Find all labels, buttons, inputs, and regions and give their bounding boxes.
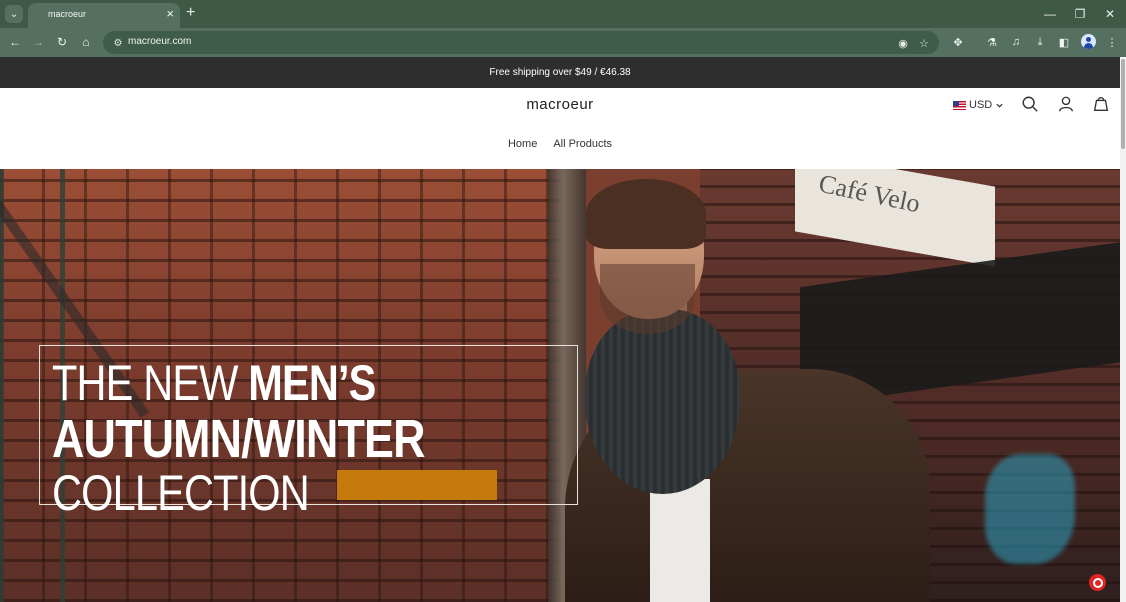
main-nav: Home All Products bbox=[0, 138, 1120, 150]
hero-headline-line3: COLLECTION bbox=[52, 465, 310, 521]
model-scarf bbox=[585, 309, 740, 494]
chevron-down-icon[interactable]: ⌄ bbox=[5, 5, 23, 23]
support-widget-icon[interactable] bbox=[1089, 574, 1106, 591]
eye-off-icon[interactable]: ◉ bbox=[895, 35, 911, 51]
reload-icon[interactable]: ↻ bbox=[53, 33, 71, 51]
hero-headline-line1: THE NEW MEN’S bbox=[52, 354, 376, 412]
nav-all-products[interactable]: All Products bbox=[553, 138, 612, 150]
nav-home[interactable]: Home bbox=[508, 138, 537, 150]
announcement-bar: Free shipping over $49 / €46.38 bbox=[0, 57, 1120, 88]
model-beard bbox=[600, 264, 695, 334]
currency-selector[interactable]: USD bbox=[953, 98, 1004, 112]
browser-toolbar: ← → ↻ ⌂ ⚙ macroeur.com ◉ ☆ ✥ ⚗ ♫ ⤓ ◧ ⋮ bbox=[0, 28, 1126, 57]
hero-headline-light: THE NEW bbox=[52, 355, 249, 411]
model-shirt bbox=[650, 479, 710, 602]
tab-title: macroeur bbox=[48, 9, 87, 19]
close-icon[interactable]: ✕ bbox=[1101, 5, 1119, 23]
close-icon[interactable]: × bbox=[166, 6, 174, 22]
arrow-right-icon[interactable]: → bbox=[29, 33, 47, 51]
page-scrollbar[interactable] bbox=[1120, 57, 1126, 602]
avatar-icon[interactable] bbox=[1081, 34, 1096, 49]
tune-icon[interactable]: ⚙ bbox=[111, 36, 125, 50]
site-logo[interactable]: macroeur bbox=[0, 96, 1120, 113]
plus-icon[interactable]: + bbox=[186, 4, 195, 22]
side-panel-icon[interactable]: ◧ bbox=[1056, 34, 1072, 50]
chevron-down-icon bbox=[996, 103, 1003, 108]
announcement-text: Free shipping over $49 / €46.38 bbox=[489, 67, 631, 78]
media-icon[interactable]: ♫ bbox=[1008, 34, 1024, 50]
address-bar[interactable]: ⚙ macroeur.com ◉ ☆ bbox=[103, 31, 939, 54]
hero-headline-line2: AUTUMN/WINTER bbox=[52, 409, 425, 469]
download-icon[interactable]: ⤓ bbox=[1032, 34, 1048, 50]
page-viewport: Free shipping over $49 / €46.38 macroeur… bbox=[0, 57, 1126, 602]
puzzle-icon[interactable]: ✥ bbox=[950, 34, 966, 50]
us-flag-icon bbox=[953, 100, 966, 110]
site-header: macroeur USD Home All Products bbox=[0, 88, 1120, 169]
hero-headline-bold: MEN’S bbox=[248, 355, 376, 411]
star-icon[interactable]: ☆ bbox=[916, 35, 932, 51]
minimize-icon[interactable]: — bbox=[1041, 5, 1059, 23]
account-icon[interactable] bbox=[1057, 95, 1075, 113]
home-icon[interactable]: ⌂ bbox=[77, 33, 95, 51]
browser-tabbar: ⌄ macroeur × + — ❐ ✕ bbox=[0, 0, 1126, 28]
scrollbar-thumb[interactable] bbox=[1121, 59, 1125, 149]
arrow-left-icon[interactable]: ← bbox=[6, 33, 24, 51]
model-hair bbox=[586, 179, 706, 249]
restore-icon[interactable]: ❐ bbox=[1071, 5, 1089, 23]
search-icon[interactable] bbox=[1021, 95, 1039, 113]
currency-label: USD bbox=[969, 99, 993, 111]
hero-background-graffiti bbox=[985, 454, 1075, 564]
more-vertical-icon[interactable]: ⋮ bbox=[1104, 34, 1120, 50]
hero-shop-button[interactable] bbox=[337, 470, 497, 500]
cart-icon[interactable] bbox=[1092, 95, 1110, 113]
url-text[interactable]: macroeur.com bbox=[128, 36, 191, 47]
flask-icon[interactable]: ⚗ bbox=[984, 34, 1000, 50]
browser-tab[interactable]: macroeur × bbox=[28, 3, 180, 28]
